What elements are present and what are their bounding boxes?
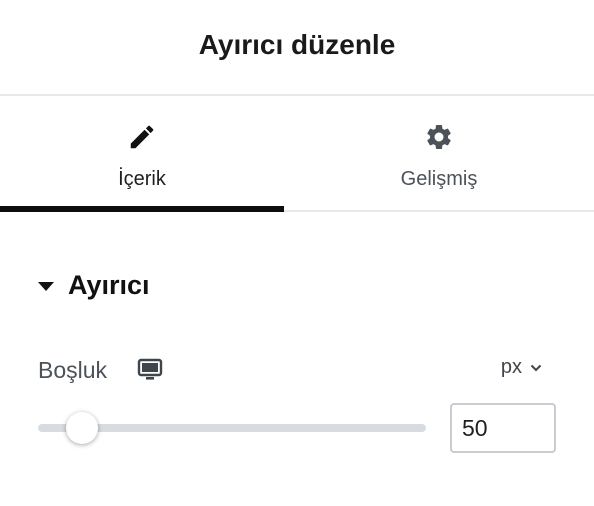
desktop-icon[interactable] [137,358,163,382]
tab-bar: İçerik Gelişmiş [0,96,594,212]
spacing-slider[interactable] [38,412,426,444]
tab-content[interactable]: İçerik [0,96,284,212]
section-toggle[interactable]: Ayırıcı [38,270,150,301]
slider-thumb[interactable] [66,412,99,444]
tab-advanced[interactable]: Gelişmiş [284,96,594,210]
spacing-control-row: Boşluk px [38,352,558,388]
unit-select[interactable]: px [501,356,542,379]
tab-content-label: İçerik [118,168,166,190]
section-title: Ayırıcı [68,270,150,300]
panel-title: Ayırıcı düzenle [198,29,396,60]
panel-header: Ayırıcı düzenle [0,0,594,96]
gear-icon [424,122,454,152]
active-tab-indicator [0,206,284,212]
spacing-value-input[interactable] [450,403,556,453]
chevron-down-icon [530,364,542,372]
spacing-label: Boşluk [38,356,108,383]
caret-down-icon [38,282,54,291]
tab-advanced-label: Gelişmiş [400,168,478,190]
unit-label: px [500,356,522,378]
pencil-icon [127,122,157,152]
